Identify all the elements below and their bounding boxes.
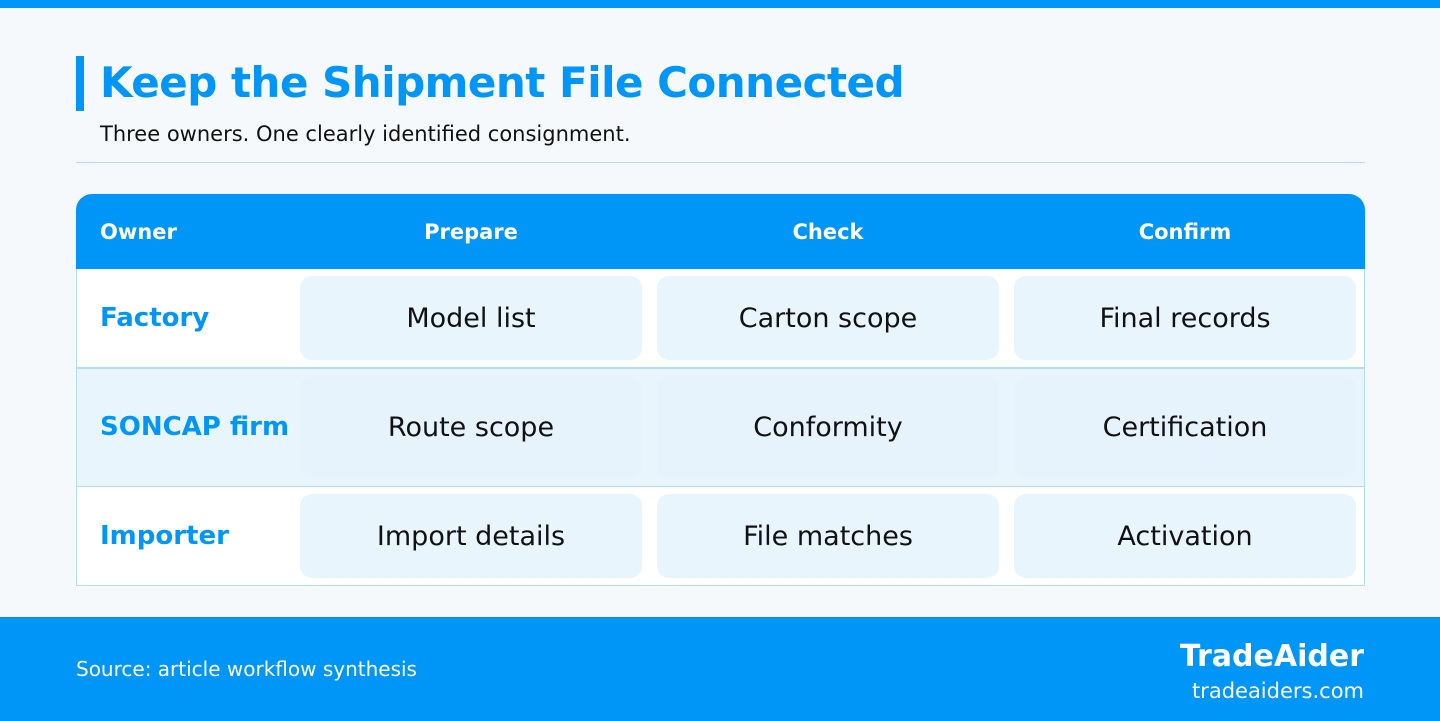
footer: Source: article workflow synthesis Trade… — [0, 617, 1440, 721]
top-accent-bar — [0, 0, 1440, 8]
infographic-page: Keep the Shipment File Connected Three o… — [0, 0, 1440, 721]
table-row-importer: Importer Import details File matches Act… — [76, 486, 1365, 586]
column-header-confirm: Confirm — [1138, 219, 1232, 244]
responsibility-table: Owner Prepare Check Confirm Factory Mode… — [76, 194, 1365, 586]
page-subtitle: Three owners. One clearly identified con… — [100, 122, 631, 146]
source-note: Source: article workflow synthesis — [76, 657, 417, 681]
row-owner-label: SONCAP firm — [100, 412, 290, 442]
brand-name: TradeAider — [1179, 639, 1364, 674]
header: Keep the Shipment File Connected Three o… — [76, 56, 1365, 163]
table-header: Owner Prepare Check Confirm — [76, 194, 1365, 269]
row-owner-label: Factory — [100, 302, 210, 333]
table-cell-check: Carton scope — [657, 276, 999, 360]
table-cell-check: Conformity — [657, 376, 999, 479]
table-cell-confirm: Certification — [1014, 376, 1356, 479]
table-row-soncap-firm: SONCAP firm Route scope Conformity Certi… — [76, 368, 1365, 487]
website-label: tradeaiders.com — [1191, 679, 1364, 703]
page-title: Keep the Shipment File Connected — [100, 58, 905, 107]
table-row-factory: Factory Model list Carton scope Final re… — [76, 269, 1365, 368]
table-cell-check: File matches — [657, 494, 999, 578]
table-cell-confirm: Activation — [1014, 494, 1356, 578]
row-owner-label: Importer — [100, 520, 229, 551]
column-header-owner: Owner — [100, 219, 177, 244]
table-cell-confirm: Final records — [1014, 276, 1356, 360]
column-header-check: Check — [792, 219, 864, 244]
table-cell-prepare: Model list — [300, 276, 642, 360]
table-cell-prepare: Import details — [300, 494, 642, 578]
table-cell-prepare: Route scope — [300, 376, 642, 479]
title-accent-bar — [76, 56, 84, 111]
column-header-prepare: Prepare — [424, 219, 518, 244]
